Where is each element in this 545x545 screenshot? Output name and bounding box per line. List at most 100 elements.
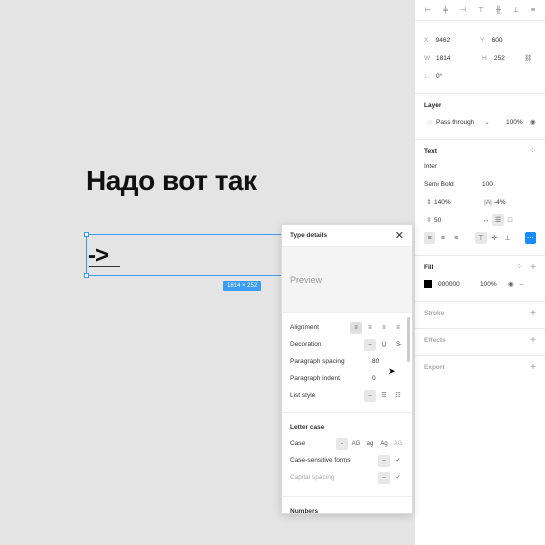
font-family-select[interactable]: Inter <box>424 163 437 170</box>
text-section: Text ⁘ Inter Semi Bold 100 ⇕ 140% |A| -4… <box>415 139 545 255</box>
stroke-section: Stroke + <box>415 301 545 328</box>
x-label: X <box>424 36 429 44</box>
case-sensitive-label: Case-sensitive forms <box>290 457 351 464</box>
export-title: Export <box>424 364 445 371</box>
decoration-none-icon[interactable]: – <box>364 338 376 351</box>
case-sensitive-off[interactable]: – <box>378 454 390 467</box>
case-title-option[interactable]: Ag <box>378 438 390 450</box>
layer-title: Layer <box>424 102 442 109</box>
auto-width-icon[interactable]: ↔ <box>480 214 492 226</box>
case-upper-option[interactable]: AG <box>350 438 362 450</box>
bulleted-list-icon[interactable]: ☰ <box>378 390 390 402</box>
close-icon[interactable]: ✕ <box>395 229 404 242</box>
distribute-icon[interactable]: ≡ <box>531 7 535 14</box>
capital-spacing-label: Capital spacing <box>290 474 335 481</box>
resize-handle-top-left[interactable] <box>84 232 89 237</box>
align-bottom-icon[interactable]: ⊥ <box>513 6 519 14</box>
text-align-middle-icon[interactable]: ✛ <box>489 232 500 244</box>
text-align-top-icon[interactable]: ⊤ <box>475 232 487 244</box>
decoration-row: Decoration – U̲ S̶ <box>282 336 412 353</box>
blend-mode-icon: ◌ <box>428 118 432 126</box>
align-left-icon[interactable]: ⊢ <box>425 6 431 14</box>
fill-color-swatch[interactable] <box>424 280 432 288</box>
fill-opacity-input[interactable]: 100% <box>480 281 502 288</box>
strikethrough-icon[interactable]: S̶ <box>392 339 404 351</box>
transform-section: X 9462 Y 600 W 1814 H 252 ⛓ ∟ 0° <box>415 20 545 93</box>
list-none-icon[interactable]: – <box>364 389 376 402</box>
text-options-icon[interactable]: ⁘ <box>529 146 536 155</box>
text-align-bottom-icon[interactable]: ⊥ <box>502 232 513 244</box>
fill-hex-input[interactable]: 000000 <box>438 281 480 288</box>
font-size-input[interactable]: 100 <box>482 181 493 188</box>
underline-icon[interactable]: U̲ <box>378 339 390 351</box>
paragraph-spacing-input[interactable]: 80 <box>372 358 404 365</box>
headline-text[interactable]: Надо вот так <box>86 165 257 197</box>
text-align-center-icon[interactable]: ≡ <box>437 232 448 244</box>
rotation-input[interactable]: 0° <box>436 73 482 80</box>
checkmark-icon[interactable]: ✓ <box>392 472 404 484</box>
font-weight-select[interactable]: Semi Bold <box>424 181 482 188</box>
fixed-size-icon[interactable]: □ <box>504 214 516 226</box>
letter-case-group: Letter case Case - AG ag Ag AG Case-sens… <box>282 412 412 486</box>
effects-title: Effects <box>424 337 446 344</box>
align-top-icon[interactable]: ⊤ <box>478 6 484 14</box>
letter-spacing-input[interactable]: -4% <box>494 199 506 206</box>
size-badge: 1814 × 252 <box>223 281 262 291</box>
paragraph-spacing-input[interactable]: 50 <box>434 217 480 224</box>
layer-opacity-input[interactable]: 100% <box>506 119 526 126</box>
constrain-proportions-icon[interactable]: ⛓ <box>524 54 532 62</box>
align-left-icon[interactable]: ≡ <box>350 321 362 334</box>
case-none-option[interactable]: - <box>336 437 348 450</box>
text-align-right-icon[interactable]: ≡ <box>451 232 462 244</box>
selected-text-frame[interactable] <box>84 232 286 278</box>
add-effect-icon[interactable]: + <box>530 335 536 346</box>
align-middle-icon[interactable]: ╫ <box>496 7 501 14</box>
case-lower-option[interactable]: ag <box>364 438 376 450</box>
checkmark-icon[interactable]: ✓ <box>392 455 404 467</box>
popup-scrollbar[interactable] <box>407 317 410 362</box>
decoration-label: Decoration <box>290 341 322 348</box>
align-right-icon[interactable]: ⊣ <box>460 6 466 14</box>
h-label: H <box>482 54 487 62</box>
case-smallcaps-option[interactable]: AG <box>392 438 404 450</box>
y-input[interactable]: 600 <box>492 37 536 44</box>
alignment-row: Alignment ≡ ≡ ≡ ≡ <box>282 319 412 336</box>
export-section: Export + <box>415 355 545 382</box>
alignment-label: Alignment <box>290 324 319 331</box>
fill-visibility-icon[interactable]: ◉ <box>508 280 514 288</box>
x-input[interactable]: 9462 <box>436 37 480 44</box>
capital-spacing-off[interactable]: – <box>378 471 390 484</box>
type-details-icon[interactable]: ⋯ <box>524 232 537 244</box>
add-stroke-icon[interactable]: + <box>530 308 536 319</box>
numbered-list-icon[interactable]: ☷ <box>392 390 404 402</box>
preview-area: Preview <box>282 247 412 313</box>
w-input[interactable]: 1814 <box>436 55 482 62</box>
popup-title: Type details <box>290 232 328 239</box>
rotation-icon: ∟ <box>424 72 431 80</box>
align-right-icon[interactable]: ≡ <box>378 322 390 334</box>
fill-styles-icon[interactable]: ⁘ <box>516 262 523 271</box>
list-style-label: List style <box>290 392 316 399</box>
paragraph-indent-label: Paragraph indent <box>290 375 340 382</box>
add-fill-icon[interactable]: + <box>530 262 536 273</box>
eye-icon[interactable]: ◉ <box>530 118 536 126</box>
remove-fill-icon[interactable]: – <box>520 281 524 288</box>
align-justify-icon[interactable]: ≡ <box>392 322 404 334</box>
line-height-input[interactable]: 140% <box>434 199 482 206</box>
text-underline <box>89 266 120 267</box>
case-sensitive-row: Case-sensitive forms – ✓ <box>282 452 412 469</box>
capital-spacing-row: Capital spacing – ✓ <box>282 469 412 486</box>
add-export-icon[interactable]: + <box>530 362 536 373</box>
w-label: W <box>424 54 431 62</box>
align-center-h-icon[interactable]: ╪ <box>443 7 448 14</box>
resize-handle-bottom-left[interactable] <box>84 273 89 278</box>
align-center-icon[interactable]: ≡ <box>364 322 376 334</box>
text-align-left-icon[interactable]: ≡ <box>424 232 436 244</box>
auto-height-icon[interactable]: ☰ <box>492 214 504 226</box>
blend-mode-select[interactable]: Pass through <box>436 119 482 126</box>
case-row: Case - AG ag Ag AG <box>282 435 412 452</box>
chevron-down-icon[interactable]: ⌄ <box>482 118 492 126</box>
y-label: Y <box>480 36 485 44</box>
alignment-toolbar: ⊢ ╪ ⊣ ⊤ ╫ ⊥ ≡ <box>415 0 545 20</box>
h-input[interactable]: 252 <box>494 55 524 62</box>
